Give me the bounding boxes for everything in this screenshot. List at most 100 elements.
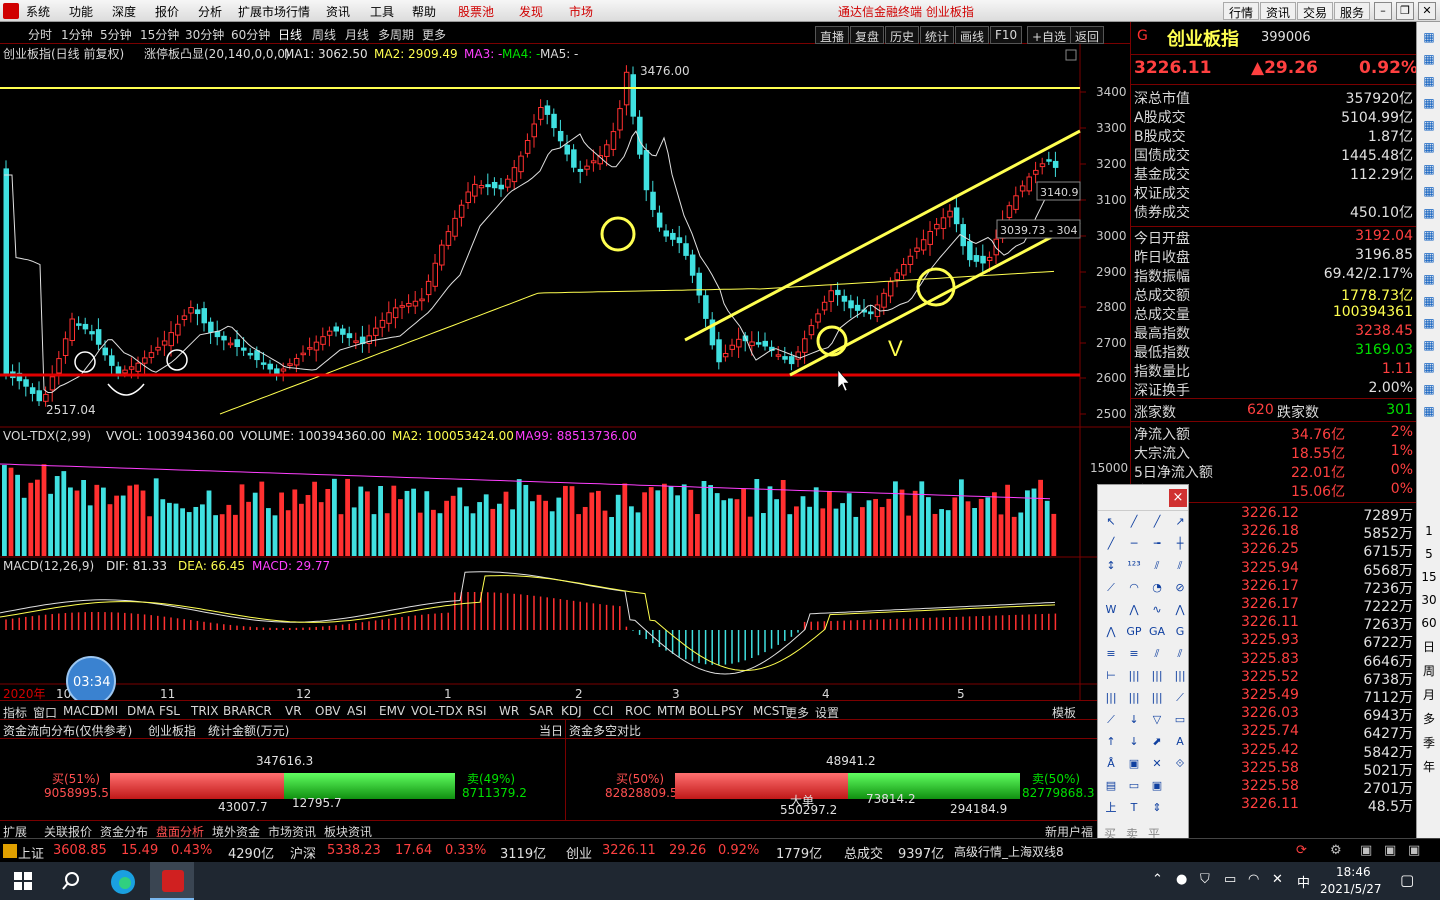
side-period-button[interactable]: 30	[1420, 591, 1438, 609]
indicator-tab-22[interactable]: PSY	[721, 704, 743, 718]
draw-tool-icon[interactable]: ▭	[1125, 777, 1143, 795]
side-tool-icon[interactable]: ▦	[1420, 336, 1438, 354]
side-period-button[interactable]: 15	[1420, 568, 1438, 586]
ime-indicator[interactable]: 中	[1297, 872, 1310, 891]
close-icon[interactable]: ×	[1169, 489, 1187, 507]
menu-depth[interactable]: 深度	[112, 3, 136, 20]
draw-tool-icon[interactable]: ↕	[1102, 557, 1120, 575]
side-period-button[interactable]: 日	[1420, 638, 1438, 656]
draw-tool-icon[interactable]: ≡	[1102, 645, 1120, 663]
period-tab-monthly[interactable]: 月线	[345, 26, 369, 43]
draw-tool-icon[interactable]: ⇕	[1148, 799, 1166, 817]
draw-tool-icon[interactable]: ≡	[1125, 645, 1143, 663]
period-tab-fenshi[interactable]: 分时	[28, 26, 52, 43]
draw-tool-icon[interactable]	[1171, 777, 1189, 795]
edge-browser-icon[interactable]	[110, 869, 136, 895]
draw-tool-icon[interactable]: ⊘	[1171, 579, 1189, 597]
menu-info[interactable]: 资讯	[326, 3, 350, 20]
menu-system[interactable]: 系统	[26, 3, 50, 20]
draw-tool-icon[interactable]: ⋀	[1102, 623, 1120, 641]
side-period-button[interactable]: 周	[1420, 662, 1438, 680]
draw-tool-icon[interactable]: ↓	[1125, 733, 1143, 751]
draw-tool-icon[interactable]: ⋀	[1125, 601, 1143, 619]
period-tab-15min[interactable]: 15分钟	[140, 26, 179, 43]
indicator-tab-4[interactable]: DMA	[127, 704, 155, 718]
indicator-tab-23[interactable]: MCST	[753, 704, 787, 718]
draw-tool-icon[interactable]: |||	[1148, 689, 1166, 707]
draw-tool-icon[interactable]: ▭	[1171, 711, 1189, 729]
draw-tool-icon[interactable]: ◔	[1148, 579, 1166, 597]
side-tool-icon[interactable]: ▦	[1420, 50, 1438, 68]
draw-tool-icon[interactable]: T	[1125, 799, 1143, 817]
stats-button[interactable]: 统计	[920, 26, 955, 44]
draw-tool-icon[interactable]: ↖	[1102, 513, 1120, 531]
indicator-tab-12[interactable]: EMV	[379, 704, 405, 718]
draw-tool-icon[interactable]: GA	[1148, 623, 1166, 641]
draw-tool-icon[interactable]: ⬈	[1148, 733, 1166, 751]
period-tab-30min[interactable]: 30分钟	[185, 26, 224, 43]
indicator-tab-9[interactable]: VR	[285, 704, 302, 718]
draw-tool-icon[interactable]: |||	[1171, 667, 1189, 685]
side-period-button[interactable]: 年	[1420, 758, 1438, 776]
menu-help[interactable]: 帮助	[412, 3, 436, 20]
indicator-tab-7[interactable]: BRAR	[223, 704, 256, 718]
indicator-tab-6[interactable]: TRIX	[191, 704, 218, 718]
draw-tool-icon[interactable]: Å	[1102, 755, 1120, 773]
draw-button[interactable]: 画线	[955, 26, 990, 44]
side-tool-icon[interactable]: ▦	[1420, 270, 1438, 288]
period-tab-60min[interactable]: 60分钟	[231, 26, 270, 43]
side-period-button[interactable]: 1	[1420, 522, 1438, 540]
side-period-button[interactable]: 60	[1420, 614, 1438, 632]
draw-tool-icon[interactable]: ∿	[1148, 601, 1166, 619]
side-tool-icon[interactable]: ▦	[1420, 28, 1438, 46]
draw-tool-icon[interactable]: ¹²³	[1125, 557, 1143, 575]
side-period-button[interactable]: 多	[1420, 710, 1438, 728]
side-tool-icon[interactable]: ▦	[1420, 402, 1438, 420]
side-tool-icon[interactable]: ▦	[1420, 94, 1438, 112]
draw-tool-icon[interactable]: ┼	[1171, 535, 1189, 553]
draw-tool-icon[interactable]: ⫽	[1148, 645, 1166, 663]
side-period-button[interactable]: 季	[1420, 734, 1438, 752]
indicator-tab-2[interactable]: MACD	[63, 704, 99, 718]
side-tool-icon[interactable]: ▦	[1420, 204, 1438, 222]
period-tab-1min[interactable]: 1分钟	[61, 26, 93, 43]
settings-icon[interactable]: ⚙	[1330, 843, 1342, 858]
draw-tool-icon[interactable]: ⫽	[1171, 557, 1189, 575]
draw-tool-icon[interactable]: 上	[1102, 799, 1120, 817]
menu-tools[interactable]: 工具	[370, 3, 394, 20]
indicator-tab-19[interactable]: ROC	[625, 704, 651, 718]
draw-tool-icon[interactable]: ⫽	[1148, 557, 1166, 575]
side-tool-icon[interactable]: ▦	[1420, 138, 1438, 156]
side-period-button[interactable]: 月	[1420, 686, 1438, 704]
draw-tool-icon[interactable]: W	[1102, 601, 1120, 619]
draw-tool-icon[interactable]: ⟋	[1102, 579, 1120, 597]
minimize-icon[interactable]: –	[1374, 2, 1392, 20]
side-tool-icon[interactable]: ▦	[1420, 160, 1438, 178]
indicator-tab-24[interactable]: 更多	[785, 704, 809, 721]
clock-date[interactable]: 2021/5/27	[1320, 882, 1382, 896]
draw-tool-icon[interactable]: ↑	[1102, 733, 1120, 751]
side-tool-icon[interactable]: ▦	[1420, 248, 1438, 266]
indicator-tab-18[interactable]: CCI	[593, 704, 613, 718]
draw-tool-icon[interactable]: GP	[1125, 623, 1143, 641]
trade-button[interactable]: 交易	[1297, 2, 1334, 20]
menu-quote[interactable]: 报价	[155, 3, 179, 20]
draw-tool-icon[interactable]: ✕	[1148, 755, 1166, 773]
menu-stock-pool[interactable]: 股票池	[458, 3, 494, 20]
side-tool-icon[interactable]: ▦	[1420, 358, 1438, 376]
windows-start-icon[interactable]	[14, 872, 32, 890]
draw-tool-icon[interactable]: ⟋	[1102, 711, 1120, 729]
shield-icon[interactable]: ⛉	[1200, 872, 1210, 887]
draw-tool-icon[interactable]	[1171, 799, 1189, 817]
indicator-tab-5[interactable]: FSL	[159, 704, 180, 718]
indicator-tab-21[interactable]: BOLL	[689, 704, 720, 718]
service-button[interactable]: 服务	[1334, 2, 1371, 20]
mic-icon[interactable]: ●	[1176, 872, 1187, 887]
menu-function[interactable]: 功能	[69, 3, 93, 20]
indicator-tab-10[interactable]: OBV	[315, 704, 341, 718]
history-button[interactable]: 历史	[885, 26, 920, 44]
wifi-icon[interactable]: ◠	[1248, 872, 1259, 887]
side-tool-icon[interactable]: ▦	[1420, 380, 1438, 398]
draw-tool-icon[interactable]: ◠	[1125, 579, 1143, 597]
clock-time[interactable]: 18:46	[1336, 865, 1371, 879]
